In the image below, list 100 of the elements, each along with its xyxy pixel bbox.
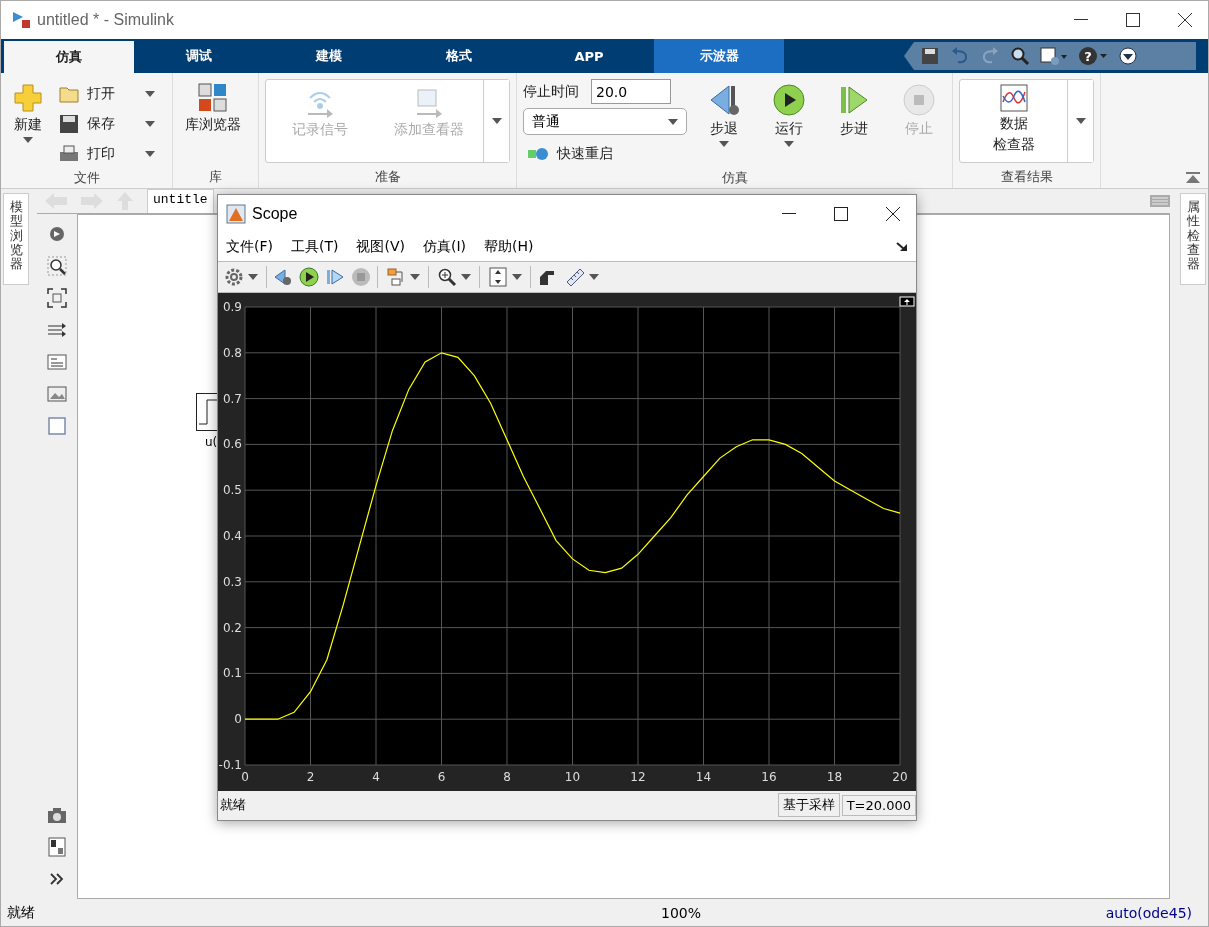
breadcrumb-tab[interactable]: untitle — [147, 189, 214, 213]
library-browser-button[interactable]: 库浏览器 — [179, 79, 247, 138]
maximize-icon[interactable] — [834, 206, 848, 221]
button-label: 检查器 — [992, 136, 1035, 154]
fast-restart-icon — [527, 146, 549, 162]
group-label: 仿真 — [720, 169, 749, 187]
zoom-in-icon — [437, 267, 457, 287]
status-field: T=20.000 — [841, 794, 916, 816]
maximize-icon[interactable] — [1126, 13, 1140, 27]
search-icon[interactable] — [1010, 46, 1030, 66]
run-icon[interactable] — [772, 83, 807, 117]
run-icon[interactable] — [299, 267, 319, 287]
simulation-button[interactable]: 步进 — [826, 79, 882, 142]
ribbon-tab[interactable]: 示波器 — [654, 39, 784, 73]
status-text: 就绪 — [7, 903, 36, 922]
mode-dropdown[interactable]: 普通 — [523, 108, 687, 135]
group-label: 准备 — [373, 168, 402, 186]
status-text: 就绪 — [220, 796, 247, 815]
menu-item[interactable]: 视图(V) — [356, 237, 405, 256]
x-tick-label: 2 — [306, 769, 315, 784]
x-tick-label: 10 — [564, 769, 581, 784]
scope-title: Scope — [252, 204, 299, 223]
x-tick-label: 4 — [372, 769, 380, 784]
minimize-icon[interactable] — [1074, 19, 1088, 21]
zoom-in-icon[interactable] — [47, 256, 67, 276]
y-tick-label: 0.4 — [222, 528, 242, 543]
menu-item[interactable]: 仿真(I) — [423, 237, 467, 256]
signal-selector-button[interactable] — [384, 267, 422, 287]
group-label: 库 — [208, 168, 223, 186]
y-tick-label: 0.2 — [222, 620, 242, 635]
x-tick-label: 18 — [826, 769, 843, 784]
window-title: untitled * - Simulink — [37, 11, 175, 29]
ribbon-tab[interactable]: APP — [524, 39, 654, 73]
save-icon — [59, 114, 79, 134]
collapse-icon[interactable] — [1118, 46, 1138, 66]
zoom-level: 100% — [660, 904, 703, 921]
ribbon-tab[interactable]: 仿真 — [4, 41, 134, 73]
menu-item[interactable]: 文件(F) — [226, 237, 273, 256]
x-tick-label: 12 — [630, 769, 646, 784]
step-forward-icon[interactable] — [325, 267, 345, 287]
x-tick-label: 0 — [241, 769, 249, 784]
restore-icon[interactable] — [899, 296, 915, 307]
y-tick-label: 0.8 — [222, 345, 242, 360]
library-grid-icon — [198, 83, 228, 113]
plus-icon — [13, 83, 43, 113]
status-field: 基于采样 — [777, 793, 840, 818]
close-icon[interactable] — [886, 206, 900, 221]
block-label: u( — [205, 435, 218, 449]
file-menu-button[interactable]: 保存 — [55, 109, 159, 139]
file-menu-button[interactable]: 打开 — [55, 79, 159, 109]
x-tick-label: 8 — [503, 769, 511, 784]
settings-icon — [224, 267, 244, 287]
ribbon-tab[interactable]: 调试 — [134, 39, 264, 73]
y-tick-label: 0.3 — [222, 574, 242, 589]
menu-item[interactable]: 帮助(H) — [484, 237, 534, 256]
side-tab[interactable]: 属性检查器 — [1180, 193, 1206, 285]
button-label: 数据 — [999, 115, 1028, 133]
route-lines-icon[interactable] — [47, 320, 67, 340]
collapse-ribbon-icon[interactable] — [1186, 172, 1200, 184]
camera-icon[interactable] — [47, 805, 67, 825]
group-label: 查看结果 — [999, 168, 1054, 186]
favorite-commands-icon[interactable] — [1040, 46, 1068, 66]
group-label: 文件 — [72, 169, 101, 187]
y-tick-label: -0.1 — [218, 757, 242, 772]
simulation-button[interactable]: 步退 — [697, 79, 752, 151]
stop-time-field[interactable]: 20.0 — [591, 79, 671, 104]
signal-selector-icon — [386, 267, 406, 287]
save-icon[interactable] — [920, 46, 940, 66]
image-icon[interactable] — [47, 384, 67, 404]
step-back-icon[interactable] — [273, 267, 293, 287]
x-tick-label: 20 — [892, 769, 908, 784]
minimize-icon[interactable] — [782, 212, 796, 215]
fast-restart-button[interactable]: 快速重启 — [523, 139, 687, 169]
solver-link[interactable]: auto(ode45) — [1105, 904, 1202, 921]
y-tick-label: 0.7 — [222, 391, 242, 406]
stop-time-label: 停止时间 — [523, 82, 579, 101]
y-tick-label: 0 — [234, 711, 242, 726]
simulation-button[interactable]: 运行 — [761, 79, 817, 151]
annotation-icon[interactable] — [47, 352, 67, 372]
scale-axes-icon — [488, 267, 508, 287]
y-tick-label: 0.5 — [222, 482, 242, 497]
fit-view-icon[interactable] — [47, 288, 67, 308]
file-menu-button[interactable]: 打印 — [55, 139, 159, 169]
y-tick-label: 0.6 — [222, 437, 242, 452]
simulink-logo-icon — [11, 10, 31, 30]
scale-axes-button[interactable] — [486, 267, 524, 287]
new-button[interactable]: 新建 — [7, 79, 49, 147]
printer-icon — [59, 144, 79, 164]
folder-icon — [59, 84, 79, 104]
x-tick-label: 16 — [761, 769, 777, 784]
scope-logo-icon — [226, 203, 246, 224]
side-tab[interactable]: 模型浏览器 — [3, 193, 29, 285]
x-tick-label: 6 — [437, 769, 446, 784]
ribbon-tab[interactable]: 建模 — [264, 39, 394, 73]
y-tick-label: 0.1 — [222, 666, 242, 681]
layout-icon[interactable] — [47, 837, 67, 857]
graph-icon — [999, 84, 1028, 112]
ribbon-tab[interactable]: 格式 — [394, 39, 524, 73]
menu-item[interactable]: 工具(T) — [291, 237, 339, 256]
close-icon[interactable] — [1178, 13, 1192, 27]
